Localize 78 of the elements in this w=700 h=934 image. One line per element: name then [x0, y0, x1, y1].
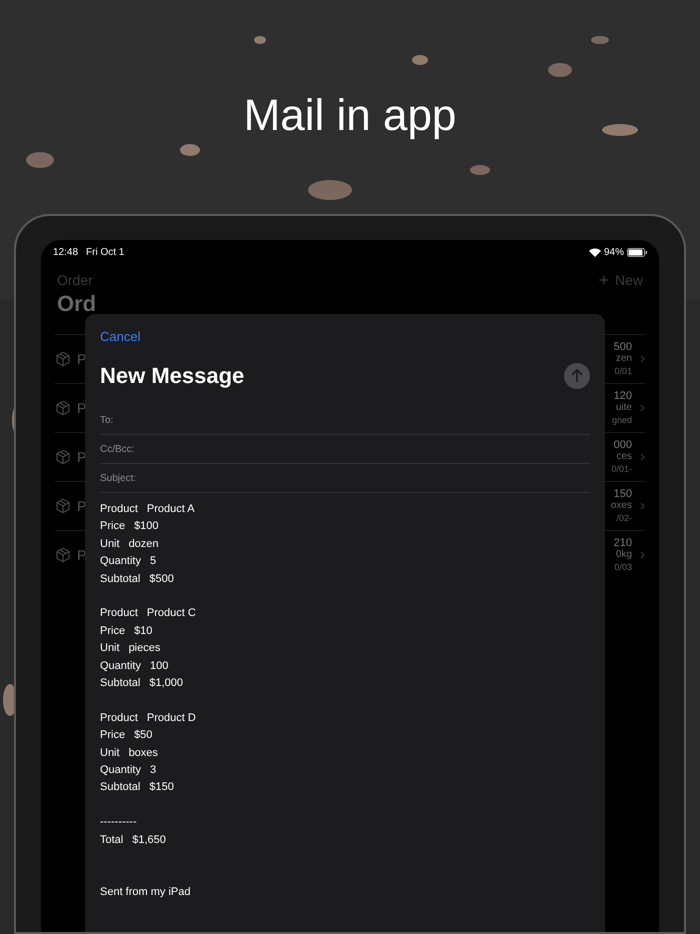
box-icon — [55, 351, 71, 367]
row-amount: 120 — [614, 390, 632, 402]
line-label: Quantity — [100, 554, 141, 570]
box-icon — [55, 498, 71, 514]
row-date: /02- — [616, 512, 632, 524]
chevron-icon — [640, 355, 645, 363]
line-value: Product D — [146, 710, 196, 726]
line-label: Product — [100, 710, 138, 726]
row-date: 0/01- — [611, 463, 632, 475]
wifi-icon — [588, 248, 601, 256]
line-value: 5 — [150, 554, 156, 570]
line-value: $500 — [149, 572, 174, 587]
line-value: pieces — [128, 641, 160, 656]
battery-icon — [627, 248, 647, 256]
list-title: Ord — [56, 292, 98, 316]
line-value: $50 — [134, 728, 152, 744]
line-value: $1,000 — [149, 676, 184, 692]
row-label: P — [77, 496, 86, 516]
row-label: P — [77, 546, 86, 564]
line-label: Subtotal — [100, 572, 140, 587]
row-unit: zen — [616, 353, 632, 365]
line-label: Unit — [100, 536, 120, 552]
arrow-up-icon — [571, 368, 583, 382]
line-value: $100 — [134, 519, 159, 534]
line-value: Product C — [146, 606, 196, 622]
line-label: Subtotal — [100, 676, 140, 692]
row-amount: 000 — [614, 439, 632, 451]
line-label: Price — [100, 728, 126, 744]
box-icon — [55, 400, 71, 416]
header-field[interactable]: To: — [100, 406, 590, 435]
status-time: 12:48 — [53, 246, 78, 260]
row-amount: 210 — [614, 537, 632, 549]
row-label: P — [77, 398, 86, 418]
status-date: Fri Oct 1 — [86, 246, 124, 260]
send-button[interactable] — [564, 362, 590, 388]
line-value: dozen — [128, 536, 159, 552]
chevron-icon — [640, 453, 645, 461]
headline: Mail in app — [244, 90, 456, 142]
box-icon — [55, 547, 71, 563]
line-value: boxes — [128, 746, 158, 761]
line-label: Unit — [100, 641, 120, 656]
line-value: 3 — [150, 763, 156, 778]
line-label: Price — [100, 624, 126, 639]
line-value: $10 — [134, 624, 152, 639]
header-field[interactable]: Subject: — [100, 464, 590, 493]
line-label: Quantity — [100, 763, 141, 778]
row-date: 0/01 — [614, 365, 632, 377]
header-field[interactable]: Cc/Bcc: — [100, 435, 590, 464]
line-label: Product — [100, 606, 138, 622]
row-unit: oxes — [610, 500, 632, 512]
chevron-icon — [640, 404, 645, 412]
row-amount: 500 — [614, 341, 632, 353]
chevron-icon — [640, 551, 645, 559]
total-value: $1,650 — [132, 832, 166, 848]
row-unit: 0kg — [616, 549, 632, 561]
line-value: Product A — [146, 502, 195, 517]
row-label: P — [77, 350, 86, 368]
box-icon — [55, 449, 71, 465]
line-label: Subtotal — [100, 780, 140, 796]
row-label: P — [77, 448, 86, 466]
line-label: Product — [100, 502, 138, 517]
line-value: 100 — [150, 658, 168, 674]
chevron-icon — [640, 502, 645, 510]
line-label: Price — [100, 519, 126, 534]
row-amount: 150 — [614, 488, 632, 500]
line-value: $150 — [149, 780, 174, 796]
row-date: gned — [612, 414, 632, 426]
battery-percent: 94% — [604, 246, 624, 260]
total-label: Total — [100, 832, 124, 848]
row-date: 0/03 — [614, 561, 632, 573]
compose-title: New Message — [100, 362, 244, 390]
row-unit: ces — [616, 451, 632, 463]
line-label: Quantity — [100, 658, 141, 674]
signature: Sent from my iPad — [100, 885, 192, 900]
line-label: Unit — [100, 746, 120, 761]
cancel-button[interactable]: Cancel — [100, 327, 140, 346]
separator-text: ---------- — [100, 815, 138, 830]
row-unit: uite — [616, 402, 632, 414]
